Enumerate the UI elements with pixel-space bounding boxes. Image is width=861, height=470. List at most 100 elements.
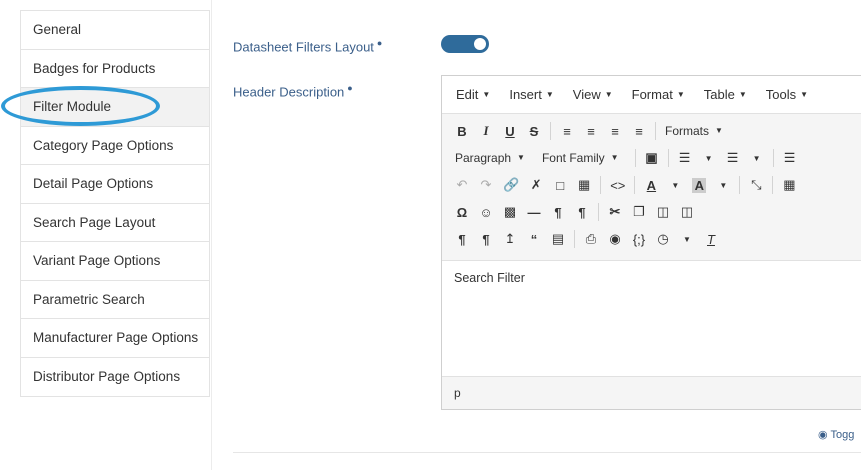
- fullscreen-icon[interactable]: ⤡: [749, 177, 763, 193]
- editor-content-text: Search Filter: [454, 271, 525, 285]
- menu-tools[interactable]: Tools ▼: [766, 87, 808, 102]
- bookmark-icon[interactable]: □: [553, 178, 567, 193]
- sidebar-item-parametric-search[interactable]: Parametric Search: [21, 280, 209, 319]
- horizontal-rule-icon[interactable]: —: [527, 205, 541, 220]
- code-icon[interactable]: <>: [610, 178, 625, 193]
- undo-icon[interactable]: ↶: [455, 177, 469, 193]
- align-center-icon[interactable]: ≡: [584, 124, 598, 139]
- numbered-list-caret-icon[interactable]: ▼: [750, 154, 764, 163]
- preview-icon[interactable]: ◉: [608, 231, 622, 247]
- strikethrough-icon[interactable]: S: [527, 124, 541, 139]
- element-path[interactable]: p: [454, 386, 461, 400]
- sidebar-item-category-page-options[interactable]: Category Page Options: [21, 126, 209, 165]
- toggle-knob: [474, 38, 486, 50]
- toolbar-separator: [772, 176, 774, 194]
- toolbar-separator: [772, 149, 774, 167]
- visual-chars-icon[interactable]: ¶: [479, 232, 493, 247]
- background-color-caret-icon[interactable]: ▼: [716, 181, 730, 190]
- text-color-icon[interactable]: A: [644, 178, 658, 193]
- editor-toolbar: B I U S ≡ ≡ ≡ ≡ Formats ▼ Paragraph ▼ Font…: [442, 114, 861, 261]
- header-description-label: Header Description ●: [233, 83, 353, 99]
- bullet-list-icon[interactable]: ☰: [678, 150, 692, 166]
- caret-down-icon: ▼: [800, 90, 809, 99]
- table-icon[interactable]: ▦: [782, 177, 796, 193]
- datasheet-filters-layout-label: Datasheet Filters Layout ●: [233, 38, 382, 54]
- align-justify-icon[interactable]: ≡: [632, 124, 646, 139]
- eye-icon: ◉: [818, 429, 828, 441]
- caret-down-icon: ▼: [715, 126, 723, 135]
- ltr-icon[interactable]: ¶: [551, 205, 565, 220]
- menu-edit[interactable]: Edit ▼: [456, 87, 490, 102]
- editor-content-area[interactable]: Search Filter: [442, 261, 861, 377]
- emoticons-icon[interactable]: ☺: [479, 205, 493, 220]
- toggle-editor-label: Togg: [830, 429, 855, 441]
- background-color-icon[interactable]: A: [692, 177, 707, 193]
- datasheet-filters-layout-text: Datasheet Filters Layout: [233, 39, 374, 55]
- italic-icon[interactable]: I: [479, 123, 493, 139]
- underline-icon[interactable]: U: [503, 124, 517, 139]
- insert-file-icon[interactable]: ↥: [503, 231, 517, 247]
- toolbar-row-1: B I U S ≡ ≡ ≡ ≡ Formats ▼: [450, 120, 735, 142]
- menu-insert[interactable]: Insert ▼: [509, 87, 553, 102]
- header-description-text: Header Description: [233, 84, 345, 100]
- numbered-list-icon[interactable]: ☰: [726, 150, 740, 166]
- sidebar-item-variant-page-options[interactable]: Variant Page Options: [21, 242, 209, 281]
- find-replace-icon[interactable]: ▣: [645, 150, 659, 166]
- datasheet-filters-layout-toggle[interactable]: [441, 35, 489, 53]
- sidebar-item-search-page-layout[interactable]: Search Page Layout: [21, 203, 209, 242]
- align-left-icon[interactable]: ≡: [560, 124, 574, 139]
- sidebar-item-detail-page-options[interactable]: Detail Page Options: [21, 165, 209, 204]
- media-icon[interactable]: ▩: [503, 204, 517, 220]
- caret-down-icon: ▼: [545, 90, 554, 99]
- show-blocks-icon[interactable]: ¶: [455, 232, 469, 247]
- paste-text-icon[interactable]: ◫: [680, 204, 694, 220]
- unlink-icon[interactable]: ✗: [529, 177, 543, 193]
- toolbar-separator: [550, 122, 551, 140]
- link-icon[interactable]: 🔗: [503, 177, 519, 193]
- bold-icon[interactable]: B: [455, 124, 469, 139]
- info-circle-icon[interactable]: ●: [377, 38, 382, 48]
- special-character-icon[interactable]: Ω: [455, 205, 469, 220]
- image-icon[interactable]: ▦: [577, 177, 591, 193]
- paste-icon[interactable]: ◫: [656, 204, 670, 220]
- cut-icon[interactable]: ✂: [608, 204, 622, 220]
- bullet-list-caret-icon[interactable]: ▼: [702, 154, 716, 163]
- align-right-icon[interactable]: ≡: [608, 124, 622, 139]
- vertical-divider: [211, 0, 212, 470]
- toolbar-row-2: Paragraph ▼ Font Family ▼ ▣ ☰ ▼ ☰ ▼ ☰: [450, 147, 802, 169]
- redo-icon[interactable]: ↷: [479, 177, 493, 193]
- toolbar-row-5: ¶ ¶ ↥ “ ▤ ⎙ ◉ {;} ◷ ▼ T: [450, 228, 723, 250]
- rtl-icon[interactable]: ¶: [575, 205, 589, 220]
- horizontal-divider: [233, 452, 861, 453]
- toolbar-separator: [634, 149, 636, 167]
- copy-icon[interactable]: ❐: [632, 204, 646, 220]
- toolbar-separator: [634, 176, 636, 194]
- sidebar-item-distributor-page-options[interactable]: Distributor Page Options: [21, 357, 209, 396]
- caret-down-icon: ▼: [482, 90, 491, 99]
- sidebar-item-filter-module[interactable]: Filter Module: [21, 88, 209, 127]
- insert-time-icon[interactable]: ◷: [656, 231, 670, 247]
- print-icon[interactable]: ⎙: [584, 231, 598, 247]
- text-color-caret-icon[interactable]: ▼: [668, 181, 682, 190]
- toolbar-separator: [600, 176, 602, 194]
- paragraph-select[interactable]: Paragraph ▼: [455, 151, 525, 165]
- menu-format[interactable]: Format ▼: [632, 87, 685, 102]
- insert-time-caret-icon[interactable]: ▼: [680, 235, 694, 244]
- toolbar-separator: [574, 230, 575, 248]
- outdent-icon[interactable]: ☰: [783, 150, 797, 166]
- font-family-select[interactable]: Font Family ▼: [542, 151, 619, 165]
- clear-formatting-icon[interactable]: T: [704, 232, 718, 247]
- code-sample-icon[interactable]: {;}: [632, 232, 646, 247]
- settings-sidebar: General Badges for Products Filter Modul…: [20, 10, 210, 397]
- blockquote-icon[interactable]: “: [527, 232, 541, 247]
- sidebar-item-general[interactable]: General: [21, 11, 209, 50]
- info-circle-icon[interactable]: ●: [347, 83, 352, 93]
- sidebar-item-manufacturer-page-options[interactable]: Manufacturer Page Options: [21, 319, 209, 358]
- toggle-editor-link[interactable]: ◉ Togg: [818, 428, 854, 441]
- template-icon[interactable]: ▤: [551, 231, 565, 247]
- menu-table[interactable]: Table ▼: [704, 87, 747, 102]
- toolbar-separator: [739, 176, 741, 194]
- formats-select[interactable]: Formats ▼: [665, 124, 723, 138]
- menu-view[interactable]: View ▼: [573, 87, 613, 102]
- sidebar-item-badges-for-products[interactable]: Badges for Products: [21, 49, 209, 88]
